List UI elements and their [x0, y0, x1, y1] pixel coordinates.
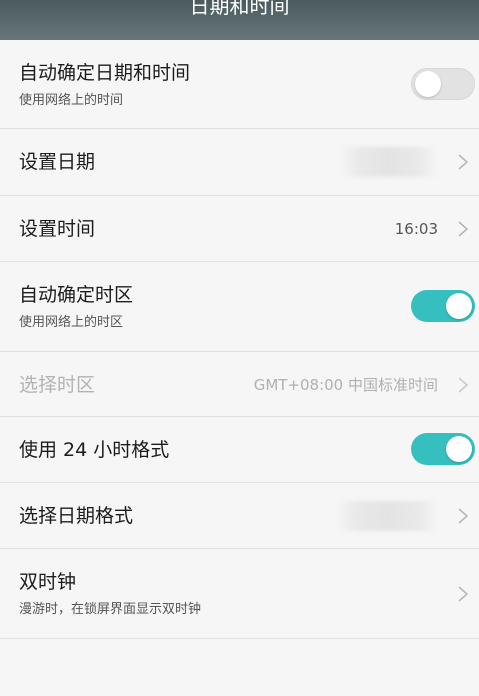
- title-bar: 日期和时间: [0, 0, 479, 40]
- setting-date-format-label: 选择日期格式: [19, 505, 134, 527]
- setting-date-format[interactable]: 选择日期格式: [0, 483, 479, 549]
- set-date-value-redacted: [339, 147, 439, 177]
- setting-auto-timezone-summary: 使用网络上的时区: [19, 315, 124, 330]
- chevron-right-icon: [458, 221, 469, 237]
- setting-use-24h-label: 使用 24 小时格式: [19, 439, 170, 461]
- chevron-right-icon: [458, 377, 469, 393]
- setting-select-timezone-label: 选择时区: [19, 374, 96, 396]
- setting-auto-datetime-label: 自动确定日期和时间: [19, 62, 191, 84]
- select-timezone-value: GMT+08:00 中国标准时间: [253, 376, 438, 394]
- setting-auto-datetime[interactable]: 自动确定日期和时间 使用网络上的时间: [0, 40, 479, 129]
- chevron-right-icon: [458, 154, 469, 170]
- toggle-knob: [446, 436, 472, 462]
- page-title: 日期和时间: [189, 0, 290, 18]
- toggle-knob: [415, 71, 441, 97]
- setting-set-time[interactable]: 设置时间 16:03: [0, 196, 479, 262]
- chevron-right-icon: [458, 586, 469, 602]
- auto-timezone-toggle[interactable]: [411, 290, 475, 322]
- setting-use-24h[interactable]: 使用 24 小时格式: [0, 417, 479, 483]
- setting-set-date[interactable]: 设置日期: [0, 129, 479, 196]
- setting-select-timezone: 选择时区 GMT+08:00 中国标准时间: [0, 352, 479, 417]
- auto-datetime-toggle[interactable]: [411, 68, 475, 100]
- set-time-value: 16:03: [394, 220, 438, 238]
- settings-list: 自动确定日期和时间 使用网络上的时间 设置日期 设置时间 16:03 自动确定时…: [0, 40, 479, 639]
- toggle-knob: [446, 293, 472, 319]
- date-format-value-redacted: [335, 501, 439, 531]
- setting-set-time-label: 设置时间: [19, 218, 96, 240]
- setting-auto-timezone[interactable]: 自动确定时区 使用网络上的时区: [0, 262, 479, 352]
- setting-auto-timezone-label: 自动确定时区: [19, 284, 134, 306]
- chevron-right-icon: [458, 508, 469, 524]
- use-24h-toggle[interactable]: [411, 433, 475, 465]
- setting-dual-clock-summary: 漫游时，在锁屏界面显示双时钟: [19, 602, 202, 617]
- setting-set-date-label: 设置日期: [19, 151, 96, 173]
- setting-auto-datetime-summary: 使用网络上的时间: [19, 93, 124, 108]
- setting-dual-clock-label: 双时钟: [19, 571, 77, 593]
- setting-dual-clock[interactable]: 双时钟 漫游时，在锁屏界面显示双时钟: [0, 549, 479, 639]
